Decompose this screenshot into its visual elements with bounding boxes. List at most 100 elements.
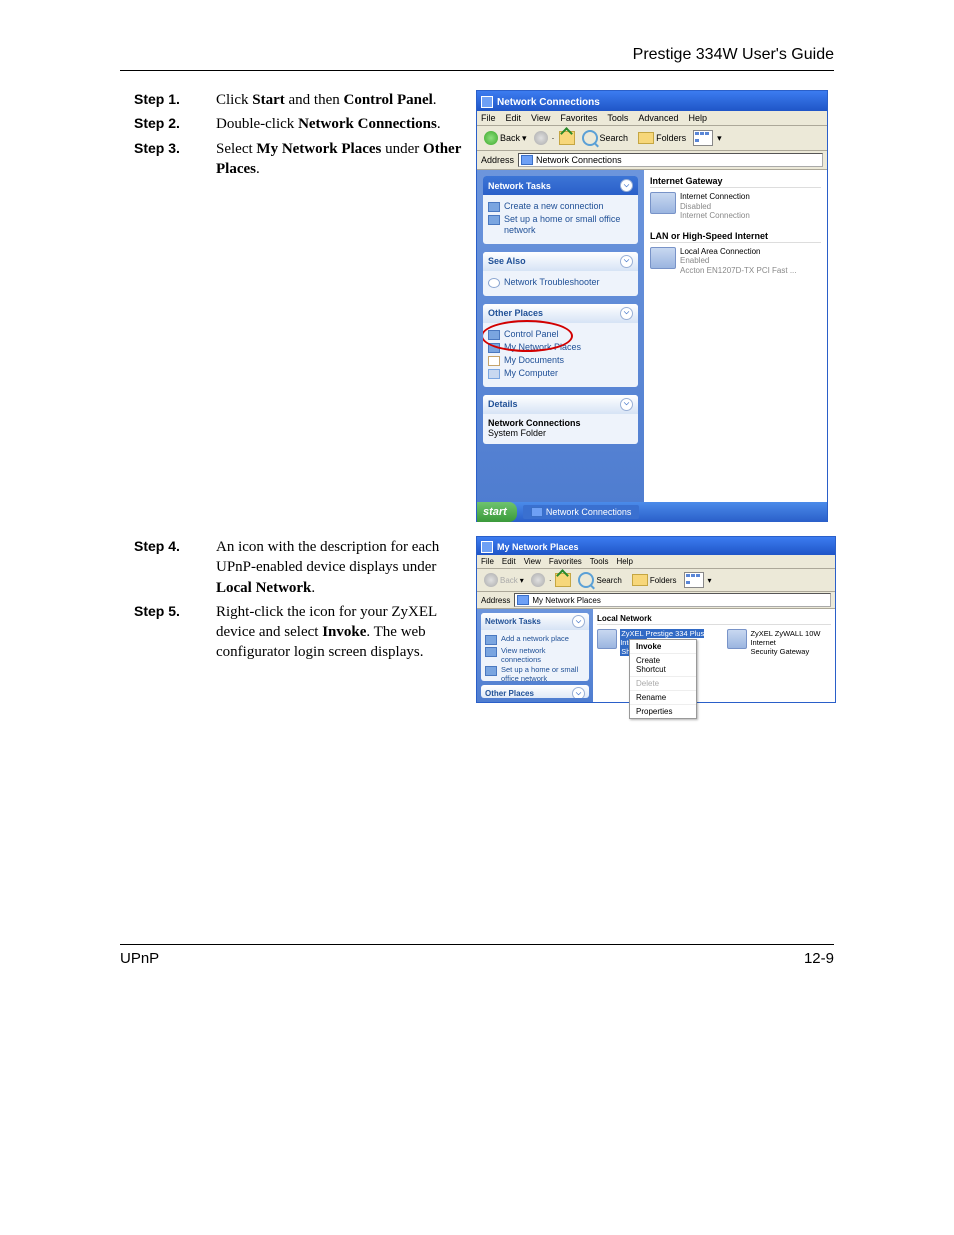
sidebar: Network Tasks⌵ Create a new connection S… bbox=[477, 170, 644, 502]
panel-header[interactable]: See Also⌵ bbox=[483, 252, 638, 271]
address-label: Address bbox=[481, 155, 514, 165]
address-icon bbox=[517, 595, 529, 605]
toolbar: Back ▾ · Search Folders ▾ bbox=[477, 569, 835, 592]
start-button[interactable]: start bbox=[477, 502, 517, 522]
collapse-icon: ⌵ bbox=[620, 307, 633, 320]
ctx-rename[interactable]: Rename bbox=[630, 691, 696, 705]
menu-file[interactable]: File bbox=[481, 113, 496, 123]
back-button[interactable]: Back ▾ bbox=[481, 572, 527, 588]
menu-advanced[interactable]: Advanced bbox=[638, 113, 678, 123]
footer-section: UPnP bbox=[120, 950, 159, 967]
panel-header[interactable]: Other Places⌵ bbox=[483, 304, 638, 323]
place-my-network-places[interactable]: My Network Places bbox=[488, 342, 633, 353]
step4-text: An icon with the description for each UP… bbox=[216, 537, 464, 598]
panel-header[interactable]: Network Tasks⌵ bbox=[481, 613, 589, 630]
ctx-create-shortcut[interactable]: Create Shortcut bbox=[630, 654, 696, 677]
device-zywall[interactable]: ZyXEL ZyWALL 10W Internet Security Gatew… bbox=[727, 629, 831, 656]
address-input[interactable]: My Network Places bbox=[514, 593, 831, 607]
panel-see-also: See Also⌵ Network Troubleshooter bbox=[483, 252, 638, 296]
panel-header[interactable]: Details⌵ bbox=[483, 395, 638, 414]
task-setup-network[interactable]: Set up a home or small office network bbox=[485, 665, 585, 681]
window-icon bbox=[481, 96, 493, 108]
menu-edit[interactable]: Edit bbox=[502, 557, 516, 566]
connection-icon bbox=[650, 192, 676, 214]
back-button[interactable]: Back ▾ bbox=[481, 130, 530, 146]
task-add-place[interactable]: Add a network place bbox=[485, 634, 585, 645]
task-setup-network[interactable]: Set up a home or small office network bbox=[488, 214, 633, 236]
step2-label: Step 2. bbox=[134, 114, 216, 134]
screenshot-network-connections: Network Connections File Edit View Favor… bbox=[476, 90, 828, 522]
footer-page: 12-9 bbox=[804, 950, 834, 967]
folders-button[interactable]: Folders bbox=[635, 131, 689, 145]
views-button[interactable] bbox=[684, 572, 704, 588]
titlebar[interactable]: Network Connections bbox=[477, 91, 827, 111]
up-button[interactable] bbox=[555, 573, 571, 587]
connection-internet[interactable]: Internet Connection Disabled Internet Co… bbox=[650, 192, 821, 221]
panel-details: Details⌵ Network Connections System Fold… bbox=[483, 395, 638, 444]
folder-icon bbox=[632, 574, 648, 586]
ctx-delete: Delete bbox=[630, 677, 696, 691]
menu-favorites[interactable]: Favorites bbox=[560, 113, 597, 123]
screenshot-my-network-places: My Network Places File Edit View Favorit… bbox=[476, 536, 836, 703]
search-icon bbox=[582, 130, 598, 146]
search-button[interactable]: Search bbox=[575, 571, 624, 589]
taskbar-item[interactable]: Network Connections bbox=[523, 505, 640, 519]
window-title: My Network Places bbox=[497, 542, 579, 552]
steps-block-b: Step 4. An icon with the description for… bbox=[134, 537, 464, 667]
header-rule bbox=[120, 70, 834, 71]
see-troubleshooter[interactable]: Network Troubleshooter bbox=[488, 277, 633, 288]
footer-rule bbox=[120, 944, 834, 945]
panel-header[interactable]: Network Tasks⌵ bbox=[483, 176, 638, 195]
connection-lan[interactable]: Local Area Connection Enabled Accton EN1… bbox=[650, 247, 821, 276]
main-pane: Local Network ZyXEL Prestige 334 Plus In… bbox=[593, 609, 835, 702]
panel-header[interactable]: Other Places⌵ bbox=[481, 685, 589, 698]
menu-help[interactable]: Help bbox=[688, 113, 707, 123]
forward-button[interactable] bbox=[531, 573, 545, 587]
main-pane: Internet Gateway Internet Connection Dis… bbox=[644, 170, 827, 502]
group-lan: LAN or High-Speed Internet bbox=[650, 231, 821, 243]
group-local-network: Local Network bbox=[597, 614, 831, 625]
sidebar: Network Tasks⌵ Add a network place View … bbox=[477, 609, 593, 702]
task-create-connection[interactable]: Create a new connection bbox=[488, 201, 633, 212]
menu-view[interactable]: View bbox=[531, 113, 550, 123]
up-button[interactable] bbox=[559, 131, 575, 145]
ctx-invoke[interactable]: Invoke bbox=[630, 640, 696, 654]
step3-label: Step 3. bbox=[134, 139, 216, 180]
task-view-connections[interactable]: View network connections bbox=[485, 646, 585, 664]
menu-view[interactable]: View bbox=[524, 557, 541, 566]
back-icon bbox=[484, 573, 498, 587]
collapse-icon: ⌵ bbox=[620, 179, 633, 192]
folders-button[interactable]: Folders bbox=[629, 573, 680, 587]
place-my-computer[interactable]: My Computer bbox=[488, 368, 633, 379]
views-button[interactable] bbox=[693, 130, 713, 146]
place-my-documents[interactable]: My Documents bbox=[488, 355, 633, 366]
menu-favorites[interactable]: Favorites bbox=[549, 557, 582, 566]
step3-text: Select My Network Places under Other Pla… bbox=[216, 139, 464, 180]
menubar: File Edit View Favorites Tools Advanced … bbox=[477, 111, 827, 126]
search-button[interactable]: Search bbox=[579, 129, 632, 147]
step5-text: Right-click the icon for your ZyXEL devi… bbox=[216, 602, 464, 663]
collapse-icon: ⌵ bbox=[620, 255, 633, 268]
menu-file[interactable]: File bbox=[481, 557, 494, 566]
place-control-panel[interactable]: Control Panel bbox=[488, 329, 633, 340]
forward-button[interactable] bbox=[534, 131, 548, 145]
menu-edit[interactable]: Edit bbox=[506, 113, 522, 123]
window-title: Network Connections bbox=[497, 97, 600, 108]
details-line2: System Folder bbox=[488, 428, 633, 438]
panel-network-tasks: Network Tasks⌵ Add a network place View … bbox=[481, 613, 589, 681]
menu-tools[interactable]: Tools bbox=[607, 113, 628, 123]
search-icon bbox=[578, 572, 594, 588]
address-input[interactable]: Network Connections bbox=[518, 153, 823, 167]
panel-other-places: Other Places⌵ Control Panel My Network P… bbox=[483, 304, 638, 387]
folder-icon bbox=[638, 132, 654, 144]
connection-icon bbox=[650, 247, 676, 269]
menu-tools[interactable]: Tools bbox=[590, 557, 609, 566]
group-internet-gateway: Internet Gateway bbox=[650, 176, 821, 188]
titlebar[interactable]: My Network Places bbox=[477, 537, 835, 555]
window-icon bbox=[481, 541, 493, 553]
ctx-properties[interactable]: Properties bbox=[630, 705, 696, 718]
taskbar-icon bbox=[531, 507, 543, 517]
step2-text: Double-click Network Connections. bbox=[216, 114, 464, 134]
menu-help[interactable]: Help bbox=[616, 557, 632, 566]
device-icon bbox=[597, 629, 617, 649]
